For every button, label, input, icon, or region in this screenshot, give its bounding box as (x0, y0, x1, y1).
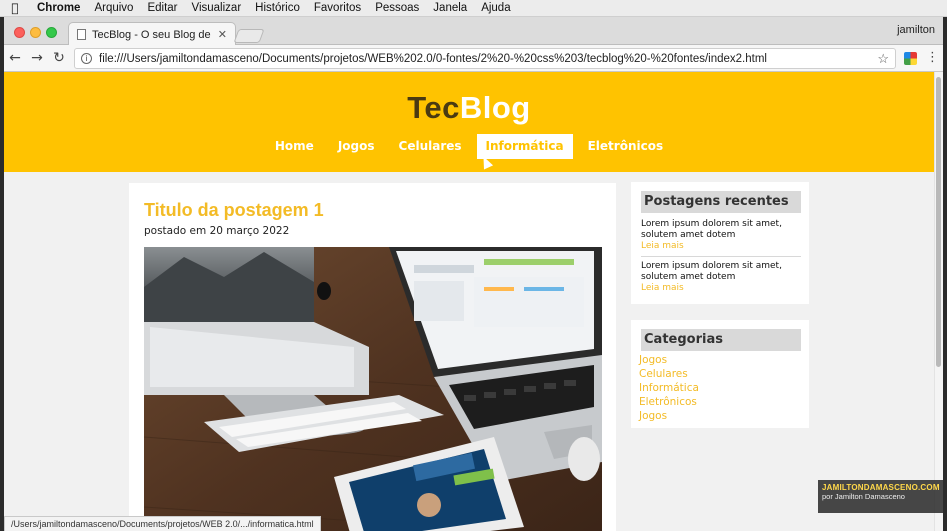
category-link-celulares[interactable]: Celulares (639, 367, 699, 381)
profile-name[interactable]: jamilton (897, 24, 935, 36)
post-card: Titulo da postagem 1 postado em 20 março… (129, 183, 616, 531)
tab-strip: TecBlog - O seu Blog de tecno ✕ jamilton (4, 17, 943, 46)
desk-computers-illustration (144, 247, 602, 531)
reload-icon[interactable]: ↻ (48, 50, 70, 66)
categories-widget: Categorias Jogos Celulares Informática E… (631, 320, 809, 428)
recent-post-text: Lorem ipsum dolorem sit amet, solutem am… (641, 261, 782, 282)
link-status-bar: /Users/jamiltondamasceno/Documents/proje… (4, 516, 321, 531)
categories-list: Jogos Celulares Informática Eletrônicos … (639, 353, 699, 423)
address-bar[interactable]: i file:///Users/jamiltondamasceno/Docume… (74, 48, 896, 69)
page-viewport: TecBlog Home Jogos Celulares Informática… (4, 72, 934, 531)
recent-post-item: Lorem ipsum dolorem sit amet, solutem am… (641, 256, 801, 294)
category-link-jogos-2[interactable]: Jogos (639, 409, 699, 423)
post-date: postado em 20 março 2022 (144, 225, 290, 237)
more-menu-icon[interactable]: ⋮ (926, 50, 939, 65)
menu-ajuda[interactable]: Ajuda (474, 2, 517, 14)
categories-heading: Categorias (641, 329, 801, 351)
nav-eletronicos[interactable]: Eletrônicos (579, 134, 673, 159)
browser-tab[interactable]: TecBlog - O seu Blog de tecno ✕ (68, 22, 236, 46)
extension-icon[interactable] (904, 52, 917, 65)
post-image (144, 247, 602, 531)
category-link-jogos[interactable]: Jogos (639, 353, 699, 367)
apple-icon[interactable]:  (0, 1, 30, 15)
minimize-window-button[interactable] (30, 27, 41, 38)
menu-historico[interactable]: Histórico (248, 2, 307, 14)
watermark-site: JAMILTONDAMASCENO.COM (822, 483, 940, 492)
menu-visualizar[interactable]: Visualizar (185, 2, 249, 14)
nav-celulares[interactable]: Celulares (390, 134, 471, 159)
address-url[interactable]: file:///Users/jamiltondamasceno/Document… (99, 53, 877, 65)
menu-janela[interactable]: Janela (426, 2, 474, 14)
logo-blog: Blog (459, 90, 531, 125)
bookmark-star-icon[interactable]: ☆ (877, 51, 889, 67)
logo-tec: Tec (407, 90, 460, 125)
category-link-informatica[interactable]: Informática (639, 381, 699, 395)
site-header: TecBlog Home Jogos Celulares Informática… (4, 72, 934, 172)
mac-menu-bar:  Chrome Arquivo Editar Visualizar Histó… (0, 0, 947, 17)
recent-post-text: Lorem ipsum dolorem sit amet, solutem am… (641, 219, 782, 240)
recent-posts-widget: Postagens recentes Lorem ipsum dolorem s… (631, 182, 809, 304)
recent-post-item: Lorem ipsum dolorem sit amet, solutem am… (641, 219, 801, 252)
site-logo[interactable]: TecBlog (4, 90, 934, 126)
nav-home[interactable]: Home (266, 134, 323, 159)
read-more-link[interactable]: Leia mais (641, 241, 801, 252)
zoom-window-button[interactable] (46, 27, 57, 38)
recent-posts-heading: Postagens recentes (641, 191, 801, 213)
post-title[interactable]: Titulo da postagem 1 (144, 200, 324, 221)
back-arrow-icon[interactable]: ← (4, 50, 26, 66)
nav-jogos[interactable]: Jogos (329, 134, 384, 159)
watermark-author: por Jamilton Damasceno (822, 492, 905, 501)
new-tab-button[interactable] (233, 29, 265, 43)
info-icon[interactable]: i (81, 53, 92, 64)
forward-arrow-icon[interactable]: → (26, 50, 48, 66)
menu-arquivo[interactable]: Arquivo (87, 2, 140, 14)
menu-app-chrome[interactable]: Chrome (30, 2, 87, 14)
main-nav: Home Jogos Celulares Informática Eletrôn… (4, 134, 934, 159)
browser-window: TecBlog - O seu Blog de tecno ✕ jamilton… (4, 17, 943, 531)
nav-informatica[interactable]: Informática (476, 134, 573, 159)
document-icon (77, 29, 86, 40)
video-watermark: JAMILTONDAMASCENO.COM por Jamilton Damas… (818, 480, 943, 513)
menu-pessoas[interactable]: Pessoas (368, 2, 426, 14)
category-link-eletronicos[interactable]: Eletrônicos (639, 395, 699, 409)
read-more-link[interactable]: Leia mais (641, 283, 801, 294)
close-tab-icon[interactable]: ✕ (218, 28, 227, 41)
menu-editar[interactable]: Editar (140, 2, 184, 14)
browser-toolbar: ← → ↻ i file:///Users/jamiltondamasceno/… (4, 45, 943, 72)
tab-title: TecBlog - O seu Blog de tecno (92, 28, 212, 41)
scrollbar-thumb[interactable] (936, 77, 941, 367)
menu-favoritos[interactable]: Favoritos (307, 2, 368, 14)
close-window-button[interactable] (14, 27, 25, 38)
